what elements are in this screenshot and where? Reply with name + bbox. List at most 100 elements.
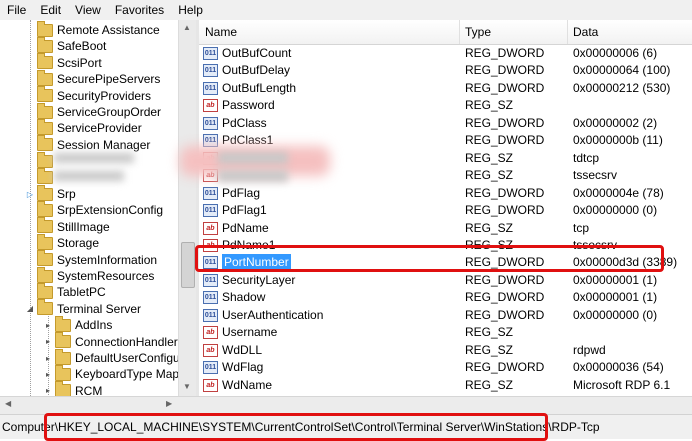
horizontal-scrollbar[interactable]: ◀ ▶ [0, 396, 692, 414]
expand-arrow-icon[interactable]: ▸ [44, 337, 52, 346]
column-header-type[interactable]: Type [459, 20, 568, 44]
folder-icon [37, 53, 53, 70]
tree-item[interactable]: ▸Remote Assistance [26, 20, 160, 38]
tree-vertical-scrollbar[interactable]: ▲ ▼ [178, 20, 196, 396]
expand-arrow-icon[interactable]: ▷ [26, 190, 34, 199]
tree-item-label: Terminal Server [57, 301, 142, 316]
value-type: REG_DWORD [465, 255, 545, 270]
menu-item-4[interactable]: Help [171, 3, 210, 17]
expand-arrow-icon[interactable]: ▸ [44, 386, 52, 395]
menu-item-1[interactable]: Edit [33, 3, 68, 17]
value-type: REG_DWORD [465, 185, 545, 200]
value-name: Shadow [222, 290, 266, 305]
tree-item[interactable]: ▸SrpExtensionConfig [26, 200, 163, 218]
folder-icon [37, 20, 53, 37]
expand-arrow-icon[interactable]: ▸ [44, 321, 52, 330]
tree-item[interactable]: ▸Storage [26, 233, 99, 251]
registry-value-row[interactable]: ab WdName REG_SZ Microsoft RDP 6.1 [199, 377, 692, 394]
folder-icon [37, 250, 53, 267]
registry-value-row[interactable]: 011 Shadow REG_DWORD 0x00000001 (1) [199, 289, 692, 306]
registry-value-row[interactable]: ab Password REG_SZ [199, 97, 692, 114]
value-type: REG_SZ [465, 377, 514, 392]
value-name-cell: 011 SecurityLayer [203, 272, 295, 289]
tree-item[interactable]: ▸Session Manager [26, 135, 151, 153]
tree-item[interactable]: ▸ RCM [44, 381, 102, 396]
value-name: OutBufCount [222, 46, 292, 60]
binary-value-icon: 011 [203, 291, 218, 305]
value-name: OutBufLength [222, 80, 297, 95]
value-name-cell: 011 OutBufLength [203, 80, 296, 97]
tree-item[interactable]: ▷ Srp [26, 184, 76, 202]
registry-value-row[interactable]: ab PdName1 REG_SZ tssecsrv [199, 237, 692, 254]
folder-icon [37, 282, 53, 299]
folder-icon [37, 69, 53, 86]
tree-item[interactable]: ▸SafeBoot [26, 36, 106, 54]
scroll-up-arrow-icon[interactable]: ▲ [183, 23, 191, 32]
redaction-blur [54, 153, 134, 163]
registry-value-row[interactable]: 011 SecurityLayer REG_DWORD 0x00000001 (1) [199, 272, 692, 289]
value-type: REG_SZ [465, 150, 514, 165]
menu-item-0[interactable]: File [0, 3, 33, 17]
tree-item[interactable]: ◢ Terminal Server [26, 299, 142, 317]
folder-icon [55, 348, 71, 365]
tree-item[interactable]: ▸ AddIns [44, 315, 113, 333]
tree-item[interactable]: ▸SystemInformation [26, 250, 157, 268]
registry-value-row[interactable]: ab Username REG_SZ [199, 324, 692, 341]
expand-arrow-icon[interactable]: ▸ [44, 354, 52, 363]
tree-item[interactable]: ▸ServiceGroupOrder [26, 102, 162, 120]
registry-value-row[interactable]: ab PdName REG_SZ tcp [199, 220, 692, 237]
registry-value-row[interactable]: 011 OutBufDelay REG_DWORD 0x00000064 (100) [199, 62, 692, 79]
value-name: PdFlag [222, 185, 261, 200]
tree-item[interactable]: ▸StillImage [26, 217, 110, 235]
tree-item[interactable]: ▸ServiceProvider [26, 118, 142, 136]
tree-item[interactable]: ▸ScsiPort [26, 53, 102, 71]
tree-item[interactable]: ▸SecurePipeServers [26, 69, 160, 87]
string-value-icon: ab [203, 238, 218, 252]
tree-item[interactable]: ▸SystemResources [26, 266, 154, 284]
folder-icon [37, 86, 53, 103]
tree-item-label: ScsiPort [57, 55, 102, 70]
value-type: REG_SZ [465, 342, 514, 357]
tree-item[interactable]: ▸ DefaultUserConfigura [44, 348, 190, 366]
registry-value-row[interactable]: 011 PortNumber REG_DWORD 0x00000d3d (3389) [199, 254, 692, 272]
tree-item[interactable]: ▸ ConnectionHandler [44, 332, 178, 350]
registry-value-row[interactable]: 011 WdFlag REG_DWORD 0x00000036 (54) [199, 359, 692, 376]
tree-item[interactable]: ▸TabletPC [26, 282, 106, 300]
menu-item-3[interactable]: Favorites [108, 3, 171, 17]
tree-item-label: AddIns [75, 318, 113, 333]
redaction-blur [218, 170, 288, 182]
value-type: REG_SZ [465, 237, 514, 252]
binary-value-icon: 011 [203, 64, 218, 78]
scroll-left-arrow-icon[interactable]: ◀ [5, 399, 11, 408]
registry-value-row[interactable]: 011 OutBufCount REG_DWORD 0x00000006 (6) [199, 45, 692, 62]
registry-value-row[interactable]: 011 PdClass REG_DWORD 0x00000002 (2) [199, 115, 692, 132]
registry-value-row[interactable]: ab WdDLL REG_SZ rdpwd [199, 342, 692, 359]
column-header-data[interactable]: Data [567, 20, 692, 44]
collapse-arrow-icon[interactable]: ◢ [26, 304, 34, 313]
column-header-name[interactable]: Name [199, 20, 460, 44]
registry-value-row[interactable]: 011 PdFlag1 REG_DWORD 0x00000000 (0) [199, 202, 692, 219]
tree-item[interactable]: ▸SecurityProviders [26, 86, 151, 104]
tree-item-label: ServiceGroupOrder [57, 105, 162, 119]
tree-item-label: Srp [57, 187, 76, 201]
value-name-cell: 011 Shadow [203, 289, 265, 306]
tree-item[interactable]: ▸ [26, 151, 57, 169]
expand-arrow-icon[interactable]: ▸ [44, 370, 52, 379]
tree-item[interactable]: ▸ [26, 168, 57, 186]
tree-scroll-thumb[interactable] [181, 242, 195, 288]
string-value-icon: ab [203, 378, 218, 392]
scroll-down-arrow-icon[interactable]: ▼ [183, 382, 191, 391]
value-data: 0x0000000b (11) [573, 133, 663, 148]
registry-value-row[interactable]: 011 UserAuthentication REG_DWORD 0x00000000… [199, 307, 692, 324]
binary-value-icon: 011 [203, 186, 218, 200]
tree-item[interactable]: ▸ KeyboardType Mappi [44, 364, 188, 382]
binary-value-icon: 011 [203, 204, 218, 218]
binary-value-icon: 011 [203, 81, 218, 95]
tree-item-label: Session Manager [57, 137, 151, 152]
registry-value-row[interactable]: 011 OutBufLength REG_DWORD 0x00000212 (530) [199, 80, 692, 97]
scroll-right-arrow-icon[interactable]: ▶ [166, 399, 172, 408]
status-bar: Computer\HKEY_LOCAL_MACHINE\SYSTEM\Curre… [0, 414, 692, 439]
binary-value-icon: 011 [203, 116, 218, 130]
menu-item-2[interactable]: View [68, 3, 108, 17]
registry-value-row[interactable]: 011 PdFlag REG_DWORD 0x0000004e (78) [199, 185, 692, 202]
